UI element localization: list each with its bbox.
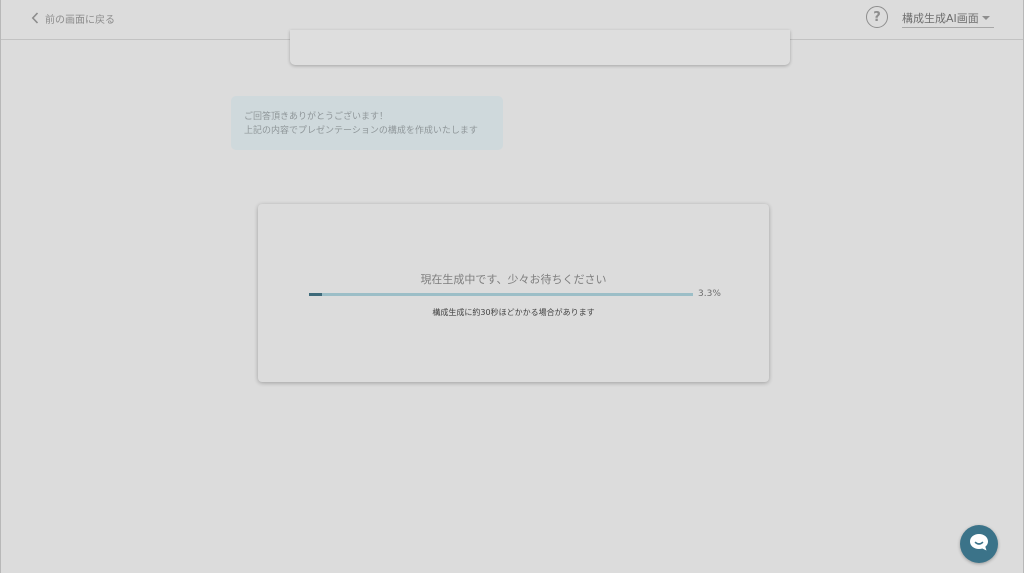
page: 前の画面に戻る ? 構成生成AI画面 ご回答頂きありがとうございます！ 上記の内…	[0, 0, 1024, 573]
progress-percent: 3.3%	[698, 289, 721, 299]
back-link[interactable]: 前の画面に戻る	[31, 10, 115, 26]
back-link-label: 前の画面に戻る	[45, 14, 115, 26]
chat-icon	[968, 532, 990, 556]
message-line-2: 上記の内容でプレゼンテーションの構成を作成いたします	[244, 126, 478, 136]
progress-bar	[309, 293, 693, 296]
help-circle-icon[interactable]: ?	[866, 6, 888, 28]
chat-button[interactable]	[960, 525, 998, 563]
progress-card: 現在生成中です、少々お待ちください 3.3% 構成生成に約30秒ほどかかる場合が…	[258, 204, 769, 382]
caret-down-icon	[982, 15, 990, 20]
message-bubble: ご回答頂きありがとうございます！ 上記の内容でプレゼンテーションの構成を作成いた…	[231, 96, 503, 150]
help-icon-glyph: ?	[873, 9, 881, 25]
progress-bar-fill	[309, 293, 322, 296]
message-line-1: ご回答頂きありがとうございます！	[244, 112, 389, 122]
progress-title: 現在生成中です、少々お待ちください	[420, 273, 607, 286]
progress-note: 構成生成に約30秒ほどかかる場合があります	[432, 308, 595, 317]
chevron-left-icon	[31, 12, 39, 24]
previous-card	[290, 30, 790, 65]
mode-select[interactable]: 構成生成AI画面	[902, 8, 994, 28]
mode-select-value: 構成生成AI画面	[902, 11, 979, 25]
